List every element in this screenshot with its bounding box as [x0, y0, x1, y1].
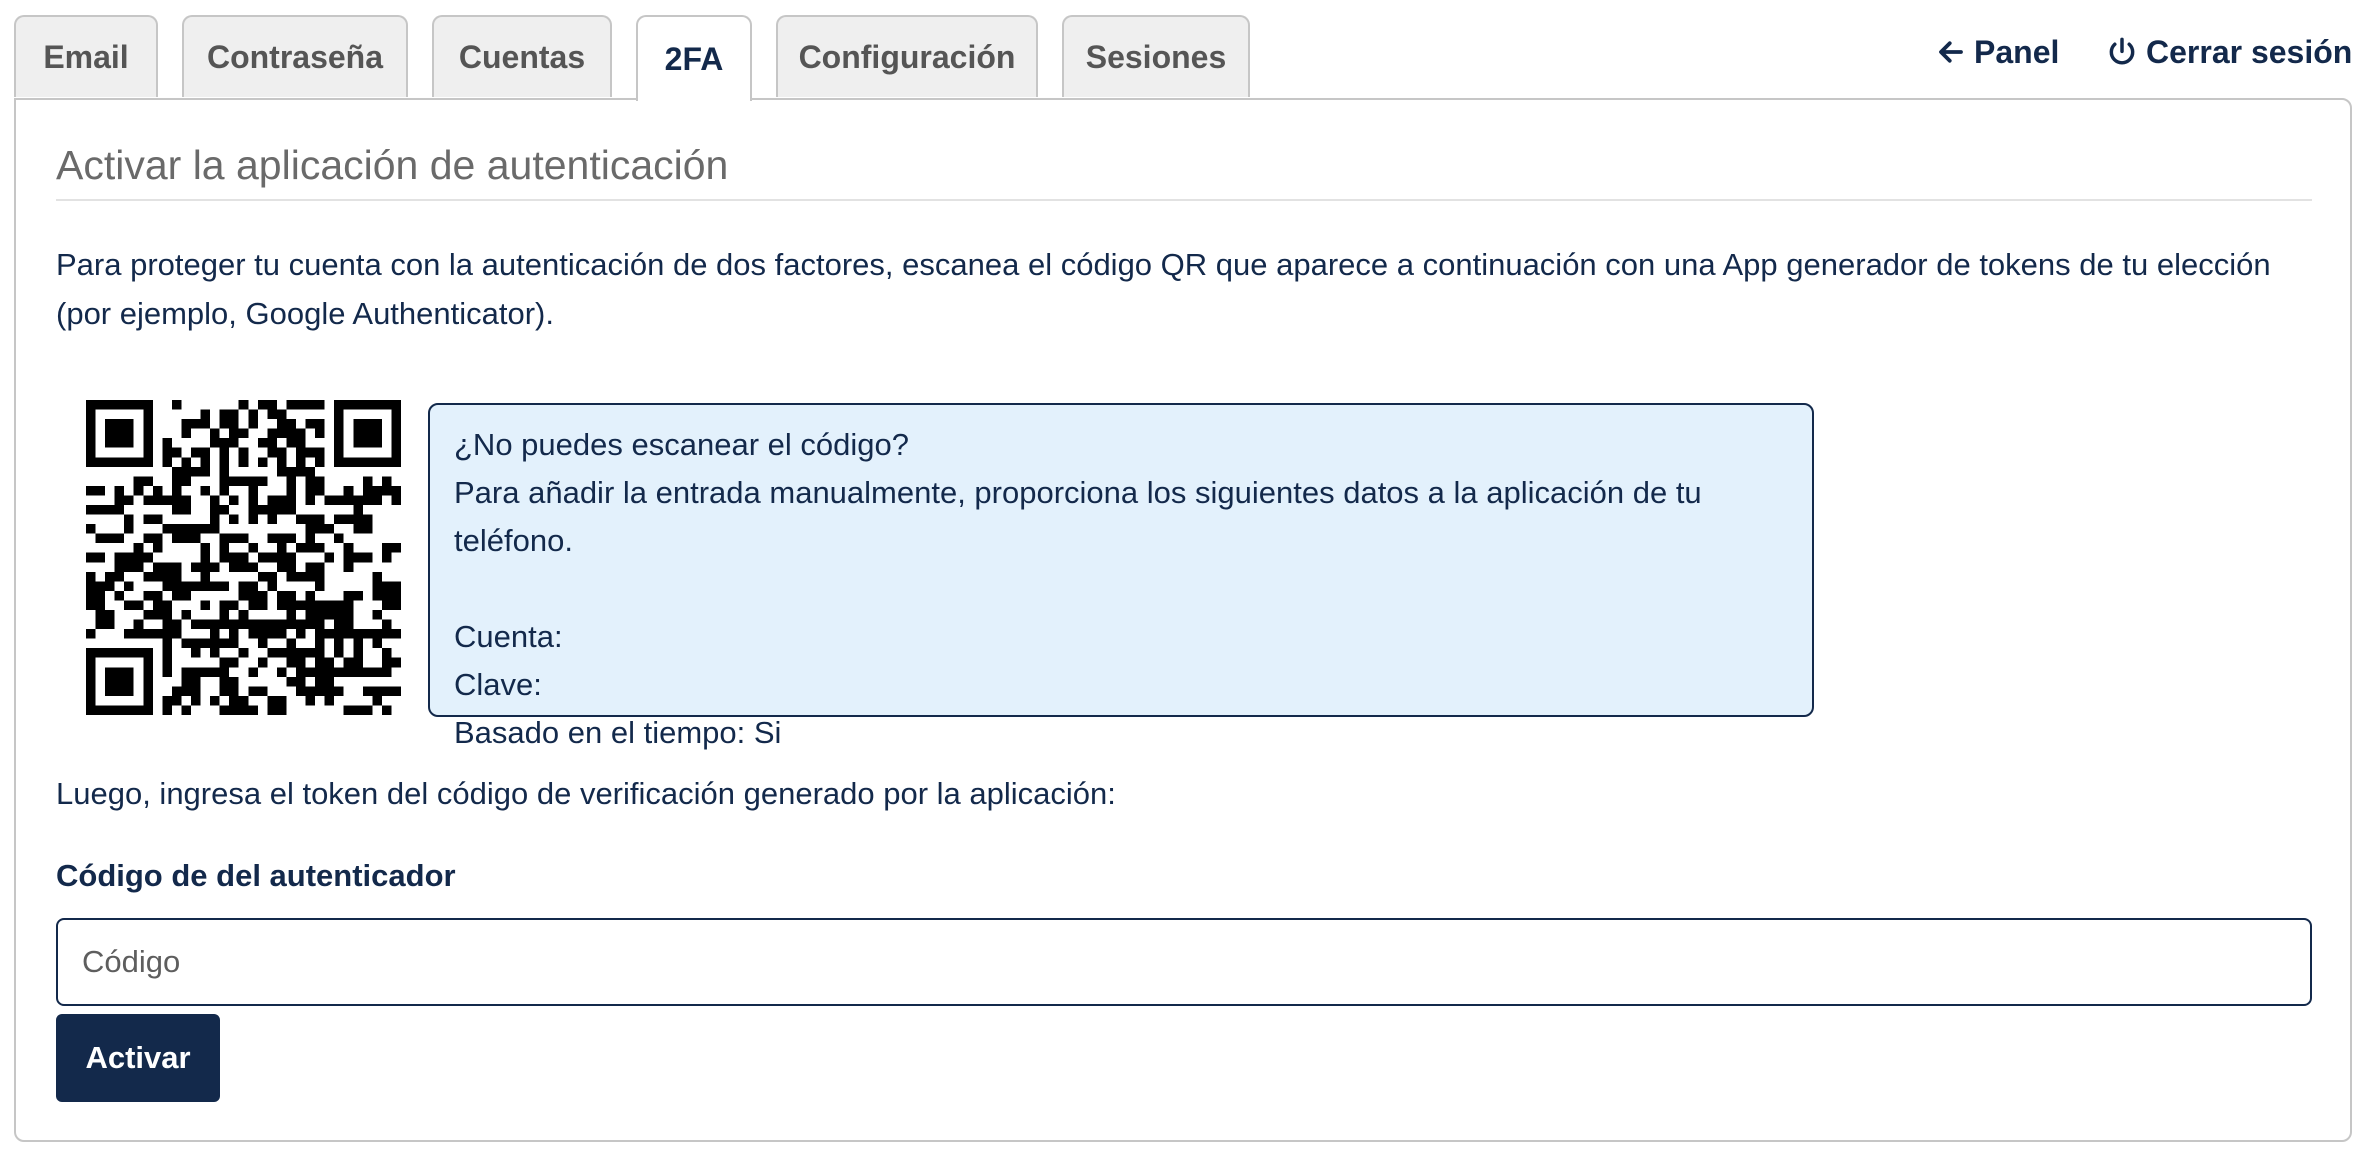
qr-modules — [86, 400, 401, 715]
manual-entry-info: ¿No puedes escanear el código? Para añad… — [428, 403, 1814, 750]
info-heading: ¿No puedes escanear el código? — [454, 427, 909, 462]
logout-link-label: Cerrar sesión — [2146, 33, 2353, 70]
page-title: Activar la aplicación de autenticación — [56, 142, 2312, 201]
arrow-left-icon — [1939, 41, 1963, 63]
tab-2fa[interactable]: 2FA — [636, 15, 752, 101]
code-input[interactable] — [56, 918, 2312, 1006]
tab-email[interactable]: Email — [14, 15, 158, 97]
info-key: Clave: — [454, 667, 542, 702]
logout-link[interactable]: Cerrar sesión — [2106, 30, 2352, 74]
activate-button[interactable]: Activar — [56, 1014, 220, 1102]
info-time-based: Basado en el tiempo: Si — [454, 715, 782, 750]
panel-link-label: Panel — [1974, 33, 2060, 70]
intro-text: Para proteger tu cuenta con la autentica… — [56, 247, 2271, 331]
tab-sesiones[interactable]: Sesiones — [1062, 15, 1250, 97]
tab-configuracion[interactable]: Configuración — [776, 15, 1038, 97]
verification-instructions: Luego, ingresa el token del código de ve… — [56, 776, 1116, 811]
tab-contrasena[interactable]: Contraseña — [182, 15, 408, 97]
panel-link[interactable]: Panel — [1936, 30, 2059, 74]
two-factor-panel: Activar la aplicación de autenticación P… — [14, 98, 2352, 1142]
tab-cuentas[interactable]: Cuentas — [432, 15, 612, 97]
info-instructions: Para añadir la entrada manualmente, prop… — [454, 475, 1702, 558]
info-account: Cuenta: — [454, 619, 563, 654]
qr-code-icon — [86, 400, 401, 715]
code-field-label: Código de del autenticador — [56, 858, 456, 893]
power-icon — [2109, 37, 2135, 65]
